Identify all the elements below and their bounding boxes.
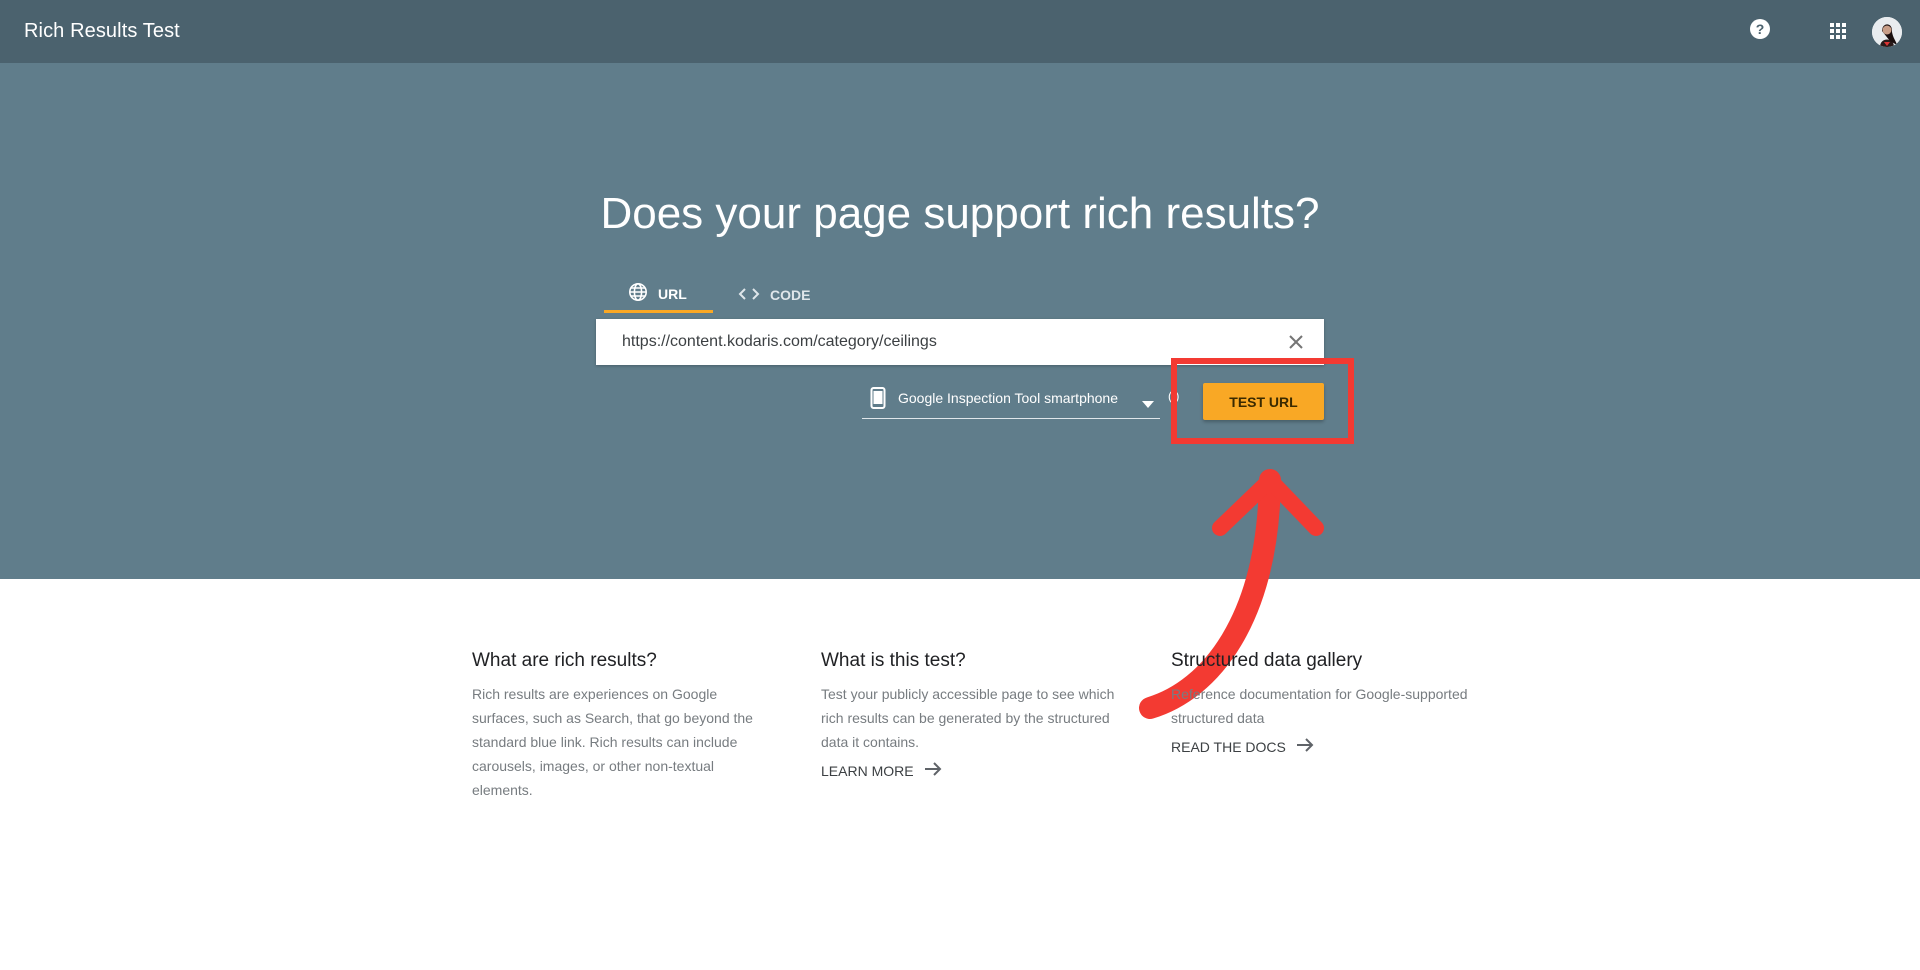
tab-url[interactable]: URL (604, 277, 713, 313)
page-headline: Does your page support rich results? (600, 189, 1320, 238)
user-agent-label: Google Inspection Tool smartphone (898, 390, 1118, 406)
info-text: Test your publicly accessible page to se… (821, 686, 1115, 750)
app-title[interactable]: Rich Results Test (24, 20, 180, 43)
tab-code-label: CODE (770, 287, 811, 303)
info-title: Structured data gallery (1171, 650, 1363, 671)
arrow-right-icon (914, 762, 942, 779)
info-column-test: What is this test? Test your publicly ac… (821, 650, 1121, 779)
globe-icon (628, 282, 658, 305)
info-title: What are rich results? (472, 650, 657, 671)
user-avatar[interactable] (1872, 17, 1902, 47)
learn-more-label: LEARN MORE (821, 762, 914, 779)
user-agent-select[interactable]: Google Inspection Tool smartphone (862, 381, 1160, 419)
code-icon (738, 286, 770, 305)
svg-text:?: ? (1756, 21, 1765, 37)
info-column-gallery: Structured data gallery Reference docume… (1171, 650, 1471, 755)
app-bar: Rich Results Test ? (0, 0, 1920, 63)
close-icon[interactable] (1286, 332, 1306, 352)
hero-section: Does your page support rich results? URL (0, 63, 1920, 579)
tab-code[interactable]: CODE (738, 277, 828, 313)
info-column-rich-results: What are rich results? Rich results are … (472, 650, 772, 802)
chevron-down-icon (1142, 396, 1154, 408)
apps-grid-icon[interactable] (1826, 19, 1850, 43)
info-title: What is this test? (821, 650, 966, 671)
learn-more-link[interactable]: LEARN MORE (821, 762, 1121, 779)
tab-url-label: URL (658, 285, 687, 302)
read-docs-link[interactable]: READ THE DOCS (1171, 738, 1471, 755)
info-text: Rich results are experiences on Google s… (472, 686, 753, 798)
help-icon[interactable]: ? (1748, 17, 1772, 41)
smartphone-icon (870, 387, 886, 409)
read-docs-label: READ THE DOCS (1171, 738, 1286, 755)
arrow-right-icon (1286, 738, 1314, 755)
info-text: Reference documentation for Google-suppo… (1171, 686, 1468, 726)
annotation-highlight-box (1171, 358, 1354, 444)
